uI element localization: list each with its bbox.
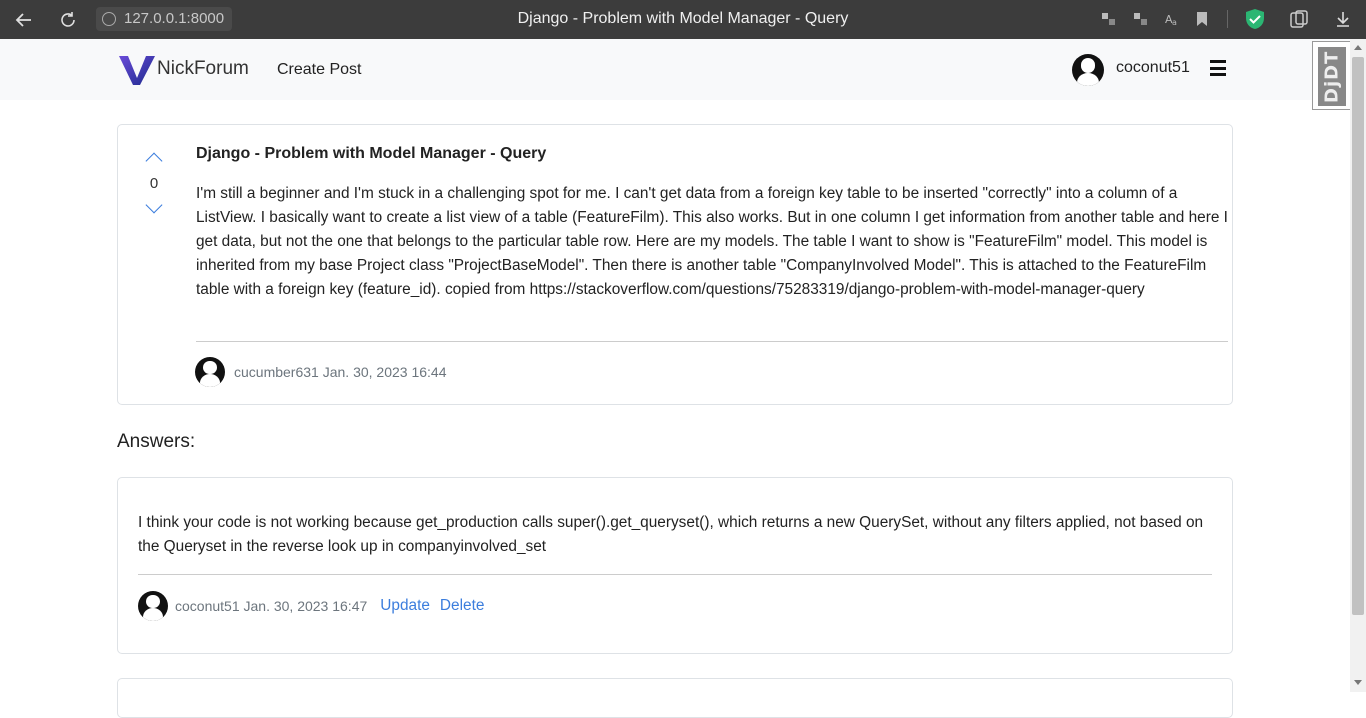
answer-author: coconut51 Jan. 30, 2023 16:47 xyxy=(175,598,368,614)
shield-icon[interactable] xyxy=(1244,8,1266,30)
downvote-chevron-icon[interactable] xyxy=(145,196,163,214)
debug-toolbar-handle[interactable]: DjDT xyxy=(1312,41,1350,110)
username-label[interactable]: coconut51 xyxy=(1116,59,1190,77)
vote-count: 0 xyxy=(149,175,159,192)
create-post-link[interactable]: Create Post xyxy=(277,61,361,79)
update-answer-link[interactable]: Update xyxy=(380,597,430,615)
author-avatar xyxy=(195,357,225,387)
toolbar-divider xyxy=(1227,10,1228,28)
question-body: I'm still a beginner and I'm stuck in a … xyxy=(196,185,1228,298)
debug-toolbar-label: DjDT xyxy=(1318,47,1346,106)
brand-name[interactable]: NickForum xyxy=(157,58,249,80)
question-card: 0 Django - Problem with Model Manager - … xyxy=(117,124,1233,405)
question-meta: cucumber631 Jan. 30, 2023 16:44 xyxy=(195,357,447,387)
user-avatar[interactable] xyxy=(1072,54,1104,86)
extension-icon[interactable] xyxy=(1132,10,1150,28)
site-navbar: NickForum Create Post coconut51 xyxy=(0,39,1350,100)
question-author: cucumber631 Jan. 30, 2023 16:44 xyxy=(234,364,447,380)
author-avatar xyxy=(138,591,168,621)
hamburger-menu-icon[interactable] xyxy=(1210,60,1226,78)
svg-text:a: a xyxy=(1172,18,1177,27)
collections-icon[interactable] xyxy=(1289,10,1309,30)
browser-chrome: 127.0.0.1:8000 Django - Problem with Mod… xyxy=(0,0,1366,39)
answer-body: I think your code is not working because… xyxy=(138,514,1204,555)
answers-heading: Answers: xyxy=(117,431,196,452)
delete-answer-link[interactable]: Delete xyxy=(440,597,485,615)
read-aloud-icon[interactable]: Aa xyxy=(1163,10,1181,28)
page-tab-title: Django - Problem with Model Manager - Qu… xyxy=(517,10,849,27)
upvote-chevron-icon[interactable] xyxy=(145,152,163,170)
answer-meta: coconut51 Jan. 30, 2023 16:47 Update Del… xyxy=(138,591,484,621)
scroll-down-arrow-icon[interactable] xyxy=(1354,680,1362,685)
question-title: Django - Problem with Model Manager - Qu… xyxy=(196,145,547,162)
answer-card: I think your code is not working because… xyxy=(117,477,1233,654)
bookmark-icon[interactable] xyxy=(1193,10,1211,28)
scroll-up-arrow-icon[interactable] xyxy=(1354,45,1362,50)
vote-widget: 0 xyxy=(143,147,165,214)
brand-logo-icon[interactable] xyxy=(119,54,155,86)
page-scrollbar[interactable] xyxy=(1350,39,1366,692)
download-icon[interactable] xyxy=(1334,10,1352,28)
divider xyxy=(138,574,1212,575)
divider xyxy=(196,341,1228,342)
translate-icon[interactable] xyxy=(1100,10,1118,28)
next-answer-card xyxy=(117,678,1233,718)
scroll-thumb[interactable] xyxy=(1352,57,1364,615)
